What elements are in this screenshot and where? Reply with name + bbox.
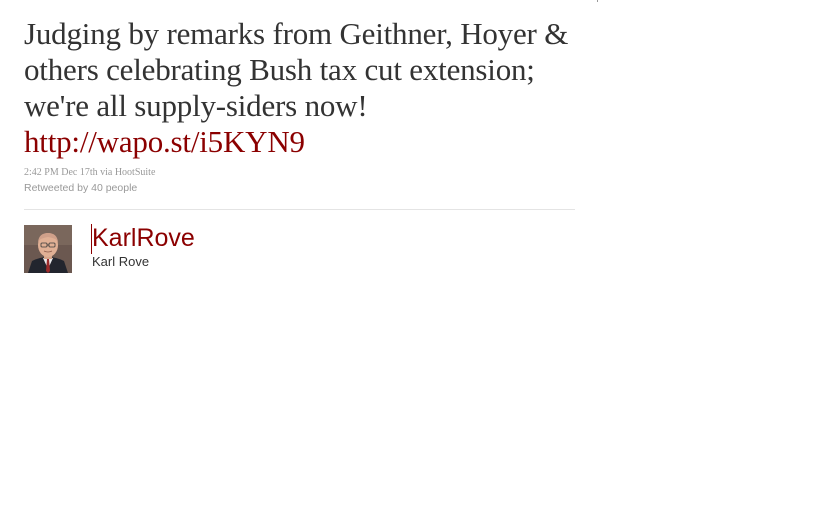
corner-mark <box>597 0 598 2</box>
author-block: KarlRove Karl Rove <box>24 224 575 274</box>
tweet-text-block: Judging by remarks from Geithner, Hoyer … <box>24 16 575 160</box>
avatar[interactable] <box>24 225 72 273</box>
profile-photo-icon <box>24 225 72 273</box>
tweet: Judging by remarks from Geithner, Hoyer … <box>24 16 575 274</box>
retweet-count: Retweeted by 40 people <box>24 182 138 194</box>
author-screen-name[interactable]: KarlRove <box>92 222 195 254</box>
tweet-link[interactable]: http://wapo.st/i5KYN9 <box>24 124 575 160</box>
author-full-name: Karl Rove <box>92 254 150 269</box>
divider <box>24 209 575 210</box>
tweet-meta: 2:42 PM Dec 17th via HootSuite <box>24 167 156 178</box>
tweet-text: Judging by remarks from Geithner, Hoyer … <box>24 16 569 123</box>
